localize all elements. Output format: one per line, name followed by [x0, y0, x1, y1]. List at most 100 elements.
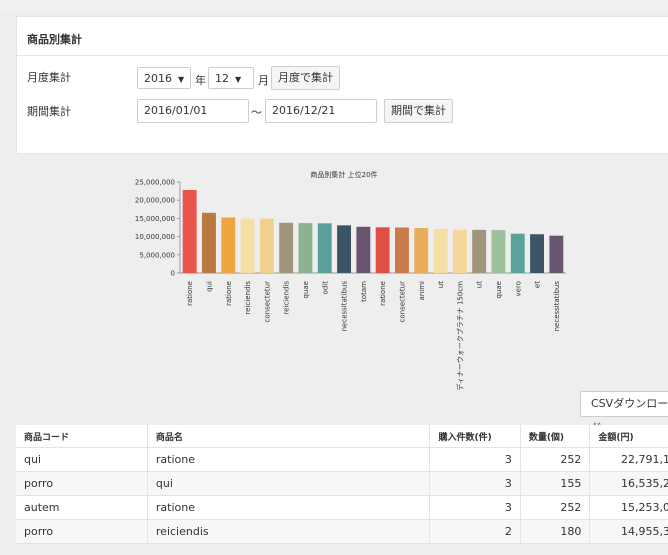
- cell-count: 3: [429, 471, 521, 496]
- chart-bar: [433, 228, 448, 273]
- x-tick-label: consectetur: [263, 281, 271, 323]
- x-tick-label: animi: [418, 281, 426, 300]
- y-tick-label: 25,000,000: [135, 179, 175, 187]
- x-tick-label: consectetur: [398, 281, 406, 323]
- panel-divider: [17, 55, 668, 56]
- chart-bar: [298, 223, 313, 273]
- cell-code: porro: [16, 471, 148, 496]
- cell-code: qui: [16, 447, 148, 472]
- chart-bar: [549, 235, 564, 273]
- x-tick-label: quae: [495, 281, 503, 298]
- col-quantity[interactable]: 数量(個): [520, 425, 591, 448]
- cell-name: qui: [147, 471, 431, 496]
- cell-quantity: 155: [520, 471, 591, 496]
- y-tick-label: 20,000,000: [135, 197, 175, 205]
- chart-bar: [414, 228, 429, 273]
- cell-amount: 16,535,24: [589, 471, 668, 496]
- x-tick-label: vero: [514, 281, 522, 296]
- bars: [182, 190, 564, 273]
- chevron-down-icon: ▼: [178, 75, 185, 84]
- chart-bar: [375, 227, 390, 273]
- table-row: porro qui 3 155 16,535,24: [16, 471, 668, 496]
- x-tick-label: necessitatibus: [341, 281, 349, 332]
- period-aggregate-button[interactable]: 期間で集計: [384, 99, 453, 123]
- chart-bar: [240, 218, 255, 273]
- chart-bar: [356, 226, 371, 273]
- table-row: qui ratione 3 252 22,791,13: [16, 447, 668, 472]
- monthly-aggregate-button[interactable]: 月度で集計: [271, 66, 340, 90]
- year-select[interactable]: 2016 ▼: [137, 67, 191, 89]
- summary-panel: 商品別集計 月度集計 2016 ▼ 年 12 ▼ 月 月度で集計 期間集計 2016…: [16, 16, 668, 154]
- cell-quantity: 252: [520, 447, 591, 472]
- cell-name: ratione: [147, 495, 431, 520]
- cell-count: 3: [429, 495, 521, 520]
- table-row: autem ratione 3 252 15,253,05: [16, 495, 668, 520]
- chart-bar: [491, 230, 506, 273]
- x-tick-label: ratione: [186, 281, 194, 306]
- y-ticks: 25,000,000 20,000,000 15,000,000 10,000,000…: [135, 179, 180, 278]
- x-tick-label: qui: [205, 281, 213, 292]
- cell-amount: 22,791,13: [589, 447, 668, 472]
- chart-bar: [221, 217, 236, 273]
- x-tick-label: totam: [360, 281, 368, 302]
- cell-count: 2: [429, 519, 521, 544]
- x-tick-label: necessitatibus: [553, 281, 561, 332]
- month-select[interactable]: 12 ▼: [208, 67, 254, 89]
- monthly-label: 月度集計: [27, 71, 71, 84]
- period-to-input[interactable]: 2016/12/21: [265, 99, 377, 123]
- month-value: 12: [215, 72, 229, 85]
- chart-bar: [337, 225, 351, 273]
- chart-title: 商品別集計 上位20件: [310, 170, 377, 179]
- chart-bar: [510, 233, 525, 273]
- cell-code: porro: [16, 519, 148, 544]
- x-tick-label: ratione: [379, 281, 387, 306]
- cell-amount: 15,253,05: [589, 495, 668, 520]
- col-product-code[interactable]: 商品コード: [16, 425, 148, 448]
- y-tick-label: 5,000,000: [139, 251, 175, 259]
- sales-chart: 商品別集計 上位20件 25,000,000 20,000,000 15,000,0…: [0, 160, 668, 395]
- results-table: 商品コード 商品名 購入件数(件) 数量(個) 金額(円) qui ration…: [16, 425, 668, 544]
- chart-bar: [530, 234, 544, 273]
- period-separator: 〜: [251, 106, 262, 119]
- x-tick-label: ディナーウォークプラチナ 150cm: [455, 281, 464, 391]
- panel-title: 商品別集計: [27, 33, 82, 46]
- y-tick-label: 0: [171, 270, 175, 278]
- period-from-input[interactable]: 2016/01/01: [137, 99, 249, 123]
- year-value: 2016: [144, 72, 172, 85]
- x-tick-label: et: [534, 281, 542, 288]
- chart-bar: [279, 222, 294, 273]
- chart-bar: [202, 212, 216, 273]
- cell-quantity: 252: [520, 495, 591, 520]
- cell-name: ratione: [147, 447, 431, 472]
- cell-code: autem: [16, 495, 148, 520]
- y-tick-label: 15,000,000: [135, 215, 175, 223]
- period-label: 期間集計: [27, 105, 71, 118]
- x-tick-label: reiciendis: [283, 281, 291, 315]
- col-product-name[interactable]: 商品名: [147, 425, 431, 448]
- chart-bar: [182, 190, 197, 273]
- chart-bar: [395, 227, 409, 273]
- y-tick-label: 10,000,000: [135, 233, 175, 241]
- x-tick-label: ratione: [225, 281, 233, 306]
- col-amount[interactable]: 金額(円): [589, 425, 668, 448]
- x-tick-label: odit: [321, 281, 329, 295]
- x-tick-label: ut: [437, 281, 445, 288]
- chart-bar: [472, 229, 487, 273]
- month-suffix: 月: [258, 74, 269, 87]
- x-labels: ratione qui ratione reiciendis consectetur re…: [186, 281, 561, 391]
- cell-amount: 14,955,30: [589, 519, 668, 544]
- x-tick-label: reiciendis: [244, 281, 252, 315]
- table-row: porro reiciendis 2 180 14,955,30: [16, 519, 668, 544]
- chevron-down-icon: ▼: [235, 75, 242, 84]
- x-tick-label: ut: [476, 281, 484, 288]
- col-purchase-count[interactable]: 購入件数(件): [429, 425, 521, 448]
- chart-bar: [452, 229, 467, 273]
- table-header-row: 商品コード 商品名 購入件数(件) 数量(個) 金額(円): [16, 425, 668, 448]
- bar-chart-svg: 商品別集計 上位20件 25,000,000 20,000,000 15,000,0…: [135, 170, 566, 391]
- year-suffix: 年: [195, 74, 206, 87]
- csv-download-button[interactable]: CSVダウンロード: [580, 391, 668, 434]
- cell-name: reiciendis: [147, 519, 431, 544]
- top-strip: [0, 0, 668, 10]
- chart-bar: [317, 223, 332, 273]
- cell-quantity: 180: [520, 519, 591, 544]
